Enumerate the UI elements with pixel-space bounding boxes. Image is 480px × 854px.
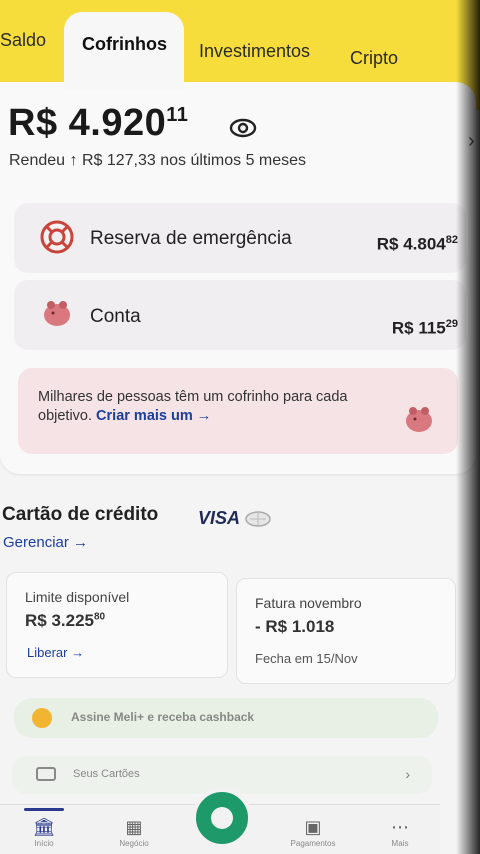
limit-value-cents: 80 — [94, 611, 106, 623]
nav-pagamentos[interactable]: ▣ Pagamentos — [283, 817, 343, 848]
bank-icon: 🏛︎ — [32, 817, 56, 837]
yield-summary: Rendeu ↑ R$ 127,33 nos últimos 5 meses — [9, 152, 307, 169]
tab-saldo[interactable]: Saldo — [0, 30, 46, 51]
nav-label: Pagamentos — [290, 839, 336, 848]
limit-value: R$ 3.22580 — [25, 611, 105, 631]
savings-amount-main: R$ 4.804 — [376, 234, 446, 254]
coin-icon — [32, 708, 52, 728]
screen-edge-shadow — [440, 0, 480, 854]
cashback-text: Assine Meli+ e receba cashback — [71, 710, 255, 724]
card-icon — [36, 767, 56, 781]
lifebuoy-icon — [40, 220, 74, 254]
release-limit-link[interactable]: Liberar → — [27, 645, 84, 660]
tab-cofrinhos[interactable]: Cofrinhos — [64, 12, 184, 90]
chevron-right-icon: › — [405, 766, 410, 782]
tab-cofrinhos-label: Cofrinhos — [82, 34, 167, 54]
invoice-closing-date: Fecha em 15/Nov — [255, 651, 358, 666]
credit-card-title: Cartão de crédito — [2, 504, 159, 525]
store-icon: ▦ — [125, 817, 143, 837]
create-savings-promo[interactable]: Milhares de pessoas têm um cofrinho para… — [18, 368, 458, 454]
create-more-link[interactable]: Criar mais um → — [96, 408, 211, 424]
card-chip-icon — [245, 511, 271, 527]
savings-item-reserva[interactable]: Reserva de emergência R$ 4.80482 — [14, 203, 466, 273]
balance-cents: 11 — [166, 104, 189, 126]
eye-icon[interactable] — [229, 117, 257, 139]
available-limit-card[interactable]: Limite disponível R$ 3.22580 Liberar → — [6, 572, 228, 678]
savings-name: Conta — [90, 306, 141, 327]
nav-inicio[interactable]: 🏛︎ Início — [14, 808, 74, 848]
savings-name: Reserva de emergência — [90, 228, 292, 249]
savings-amount-main: R$ 115 — [391, 318, 446, 338]
more-icon: ⋯ — [391, 817, 409, 837]
limit-value-main: R$ 3.225 — [25, 611, 94, 630]
visa-logo: VISA — [198, 508, 241, 528]
piggy-bank-icon — [44, 301, 70, 326]
tab-cripto[interactable]: Cripto — [350, 48, 398, 69]
pix-button[interactable] — [192, 788, 252, 848]
balance-main: R$ 4.920 — [8, 102, 167, 144]
payments-icon: ▣ — [304, 817, 322, 837]
cashback-banner[interactable]: Assine Meli+ e receba cashback — [14, 698, 438, 738]
nav-negocio[interactable]: ▦ Negócio — [104, 817, 164, 848]
total-balance: R$ 4.92011 — [8, 102, 188, 145]
savings-item-conta[interactable]: Conta R$ 11529 — [14, 280, 466, 350]
invoice-value: - R$ 1.018 — [255, 617, 335, 636]
nav-mais[interactable]: ⋯ Mais — [370, 817, 430, 848]
invoice-label: Fatura novembro — [255, 595, 362, 611]
limit-label: Limite disponível — [25, 589, 130, 605]
manage-card-link[interactable]: Gerenciar → — [3, 534, 88, 551]
invoice-card[interactable]: Fatura novembro - R$ 1.018 Fecha em 15/N… — [236, 578, 456, 684]
nav-label: Mais — [391, 839, 409, 848]
promo-text: Milhares de pessoas têm um cofrinho para… — [38, 388, 398, 426]
nav-label: Negócio — [119, 839, 149, 848]
your-cards-label: Seus Cartões — [73, 768, 140, 780]
piggy-bank-icon — [406, 407, 432, 432]
tab-investimentos[interactable]: Investimentos — [199, 41, 310, 62]
nav-label: Início — [34, 839, 54, 848]
